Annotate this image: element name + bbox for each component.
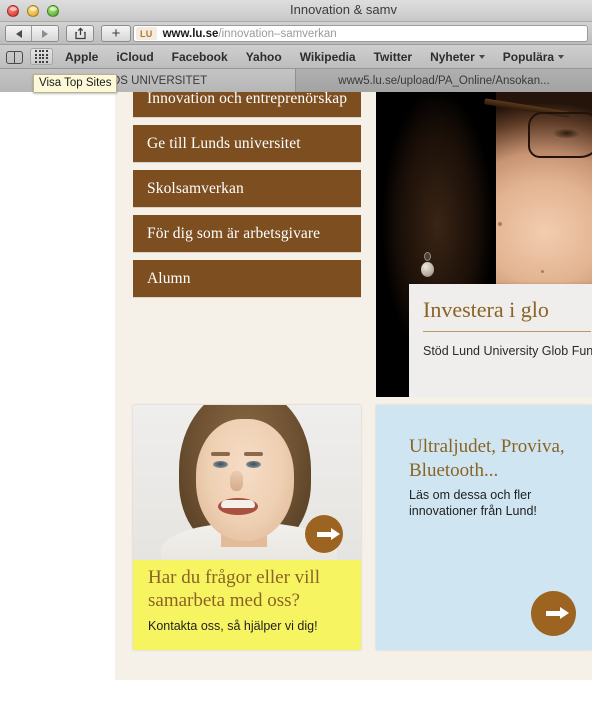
book-icon [6, 50, 23, 64]
window-title: Innovation & samv [290, 2, 397, 17]
chevron-right-icon [42, 29, 48, 38]
bookmark-yahoo[interactable]: Yahoo [246, 50, 282, 64]
url-text: www.lu.se/innovation–samverkan [163, 28, 337, 40]
forward-button[interactable] [32, 26, 58, 41]
share-icon [74, 27, 86, 40]
eye-shape [246, 461, 261, 468]
nav-button-for-dig-som-ar-arbetsgivare[interactable]: För dig som är arbetsgivare [133, 215, 361, 252]
card-subtitle: Stöd Lund University Glob Fund [423, 344, 592, 359]
nav-button-label: Alumn [147, 269, 191, 287]
browser-toolbar: + LU www.lu.se/innovation–samverkan [0, 22, 592, 45]
chevron-down-icon [558, 54, 565, 59]
bookmark-links: Apple iCloud Facebook Yahoo Wikipedia Tw… [65, 49, 565, 64]
mouth-shape [218, 498, 258, 515]
bookmark-facebook[interactable]: Facebook [172, 50, 228, 64]
bookmark-wikipedia[interactable]: Wikipedia [300, 50, 356, 64]
title-bar: Innovation & samv [0, 0, 592, 22]
bookmark-icloud[interactable]: iCloud [116, 50, 153, 64]
arrow-right-icon[interactable] [305, 515, 343, 553]
nav-button-label: För dig som är arbetsgivare [147, 224, 321, 242]
card-title: Investera i glo [423, 297, 549, 322]
card-title: Har du frågor eller vill samarbeta med o… [148, 567, 320, 611]
bookmarks-bar: Apple iCloud Facebook Yahoo Wikipedia Tw… [0, 45, 592, 69]
pearl-earring [421, 252, 434, 278]
bookmark-label: Facebook [171, 49, 228, 64]
page-bottom-spacer [115, 680, 592, 705]
bookmark-label: Wikipedia [299, 49, 356, 64]
bookmark-nyheter[interactable]: Nyheter [430, 50, 485, 64]
browser-window: Innovation & samv + LU www.lu.se/innovat… [0, 0, 592, 705]
address-bar[interactable]: LU www.lu.se/innovation–samverkan [133, 25, 588, 42]
nav-button-alumn[interactable]: Alumn [133, 260, 361, 297]
skin-detail [498, 222, 502, 226]
card-ultraljudet-proviva-bluetooth[interactable]: Ultraljudet, Proviva, Bluetooth... Läs o… [376, 405, 592, 650]
new-tab-button[interactable]: + [101, 25, 131, 42]
chevron-down-icon [478, 54, 485, 59]
bookmark-populara[interactable]: Populära [502, 49, 565, 64]
back-button[interactable] [6, 26, 32, 41]
card-subtitle: Kontakta oss, så hjälper vi dig! [148, 618, 318, 633]
nav-button-skolsamverkan[interactable]: Skolsamverkan [133, 170, 361, 207]
divider [423, 331, 591, 333]
eye-shape [554, 128, 580, 138]
bookmark-label: Twitter [373, 49, 413, 64]
skin-detail [541, 270, 544, 273]
tab-label: www5.lu.se/upload/PA_Online/Ansokan... [338, 74, 550, 87]
tab-pa-online[interactable]: www5.lu.se/upload/PA_Online/Ansokan... [296, 69, 592, 92]
top-sites-button[interactable] [30, 48, 53, 65]
arrow-right-icon[interactable] [531, 591, 576, 636]
url-path: /innovation–samverkan [218, 27, 337, 40]
bookmark-apple[interactable]: Apple [65, 50, 98, 64]
url-host: www.lu.se [162, 27, 219, 40]
grid-icon [35, 50, 48, 63]
bookmark-label: Apple [65, 49, 99, 64]
nav-button-innovation[interactable]: Innovation och entreprenörskap [133, 92, 361, 117]
section-nav-list: Innovation och entreprenörskap Ge till L… [133, 92, 361, 305]
chevron-left-icon [15, 29, 22, 38]
eyebrow-shape [244, 452, 263, 456]
tooltip-visa-top-sites: Visa Top Sites [33, 74, 118, 93]
tab-label: DS UNIVERSITET [112, 74, 208, 87]
card-investera-i-globala-fonden[interactable]: Investera i glo Stöd Lund University Glo… [376, 92, 592, 397]
card-text: Ultraljudet, Proviva, Bluetooth... Läs o… [409, 435, 584, 520]
card-har-du-fragor[interactable]: Har du frågor eller vill samarbeta med o… [133, 405, 361, 650]
page-viewport: Innovation och entreprenörskap Ge till L… [0, 92, 592, 705]
nav-button-label: Skolsamverkan [147, 179, 244, 197]
face-shape [196, 419, 294, 541]
site-badge: LU [136, 27, 157, 40]
card-title: Ultraljudet, Proviva, Bluetooth... [409, 436, 565, 481]
navigation-buttons [5, 25, 59, 42]
eye-shape [213, 461, 228, 468]
bookmark-label: iCloud [116, 49, 154, 64]
nose-shape [230, 471, 243, 491]
page-content: Innovation och entreprenörskap Ge till L… [115, 92, 592, 705]
share-button[interactable] [66, 25, 94, 42]
bookmark-label: Populära [502, 49, 555, 64]
bookmark-label: Yahoo [245, 49, 282, 64]
bookmark-twitter[interactable]: Twitter [374, 50, 412, 64]
card-caption: Investera i glo Stöd Lund University Glo… [409, 284, 592, 397]
nav-button-label: Innovation och entreprenörskap [147, 92, 348, 107]
nav-button-ge-till-lunds-universitet[interactable]: Ge till Lunds universitet [133, 125, 361, 162]
card-subtitle: Läs om dessa och fler innovationer från … [409, 487, 537, 519]
nav-button-label: Ge till Lunds universitet [147, 134, 301, 152]
bookmark-label: Nyheter [430, 49, 475, 64]
eyebrow-shape [211, 452, 230, 456]
card-text: Har du frågor eller vill samarbeta med o… [148, 567, 348, 633]
show-sidebar-button[interactable] [6, 50, 23, 64]
